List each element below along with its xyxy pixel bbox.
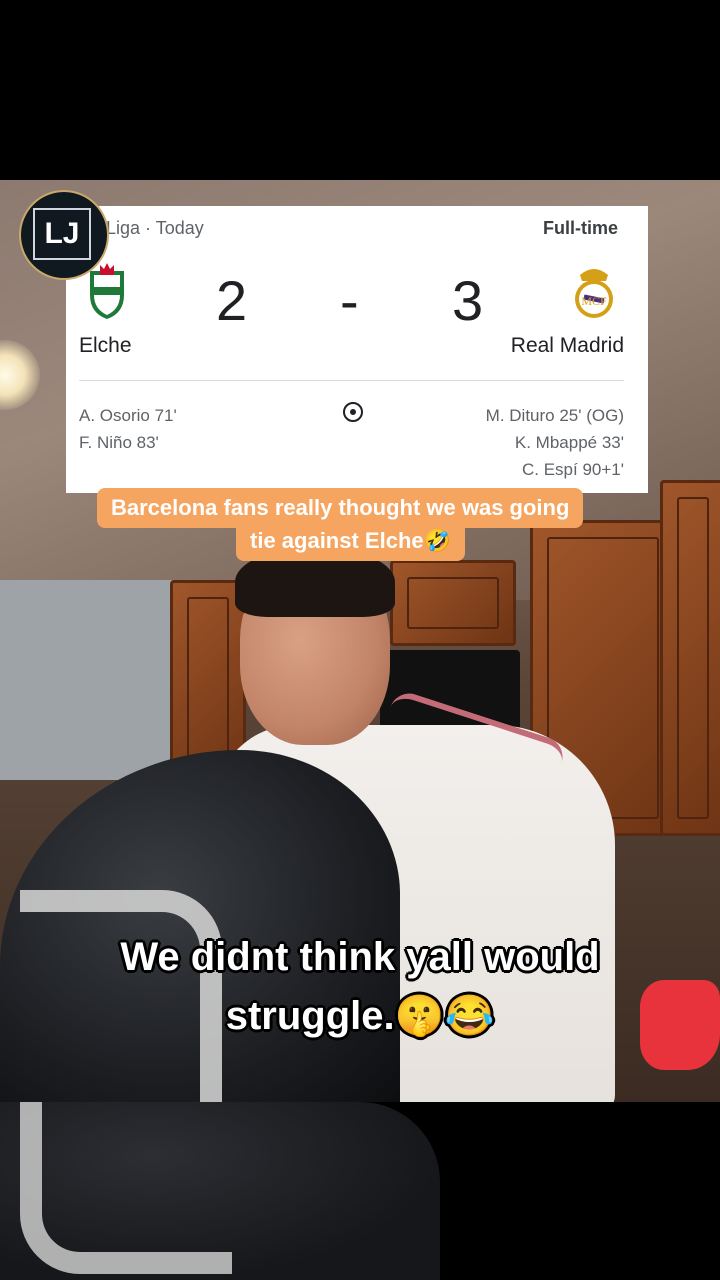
soccer-ball-icon: [343, 402, 363, 422]
scorer: A. Osorio 71': [79, 406, 177, 425]
svg-text:MCF: MCF: [581, 294, 607, 308]
caption-line-2: tie against Elche🤣: [236, 521, 466, 561]
jersey-number-shape: [20, 1102, 232, 1274]
scorer: M. Dituro 25' (OG): [485, 406, 624, 425]
away-score: 3: [452, 269, 484, 332]
channel-logo[interactable]: LJ: [19, 190, 109, 280]
away-team-name: Real Madrid: [510, 334, 624, 357]
score-separator: -: [340, 269, 359, 332]
scorer: K. Mbappé 33': [514, 433, 624, 452]
channel-logo-text: LJ: [33, 208, 91, 260]
home-team-name: Elche: [79, 334, 132, 357]
scorer: C. Espí 90+1': [522, 460, 624, 479]
divider: [79, 380, 624, 381]
away-scorers: M. Dituro 25' (OG) K. Mbappé 33' C. Espí…: [486, 402, 624, 483]
subtitle-line-1: We didnt think yall would: [120, 935, 600, 979]
kitchen-wall: [0, 580, 180, 780]
cabinet: [660, 480, 720, 836]
scorer: F. Niño 83': [79, 433, 159, 452]
real-madrid-crest-icon: MCF: [575, 269, 613, 318]
match-scorecard: Liga · Today Full-time Elche 2 - 3 MCF R…: [66, 206, 648, 493]
league-label: Liga · Today: [106, 218, 204, 238]
match-status: Full-time: [543, 218, 618, 238]
subtitle-line-2: struggle.🤫😂: [225, 994, 495, 1038]
foreground-lower: [0, 1102, 720, 1280]
home-score: 2: [216, 269, 248, 332]
home-scorers: A. Osorio 71' F. Niño 83': [79, 402, 177, 456]
